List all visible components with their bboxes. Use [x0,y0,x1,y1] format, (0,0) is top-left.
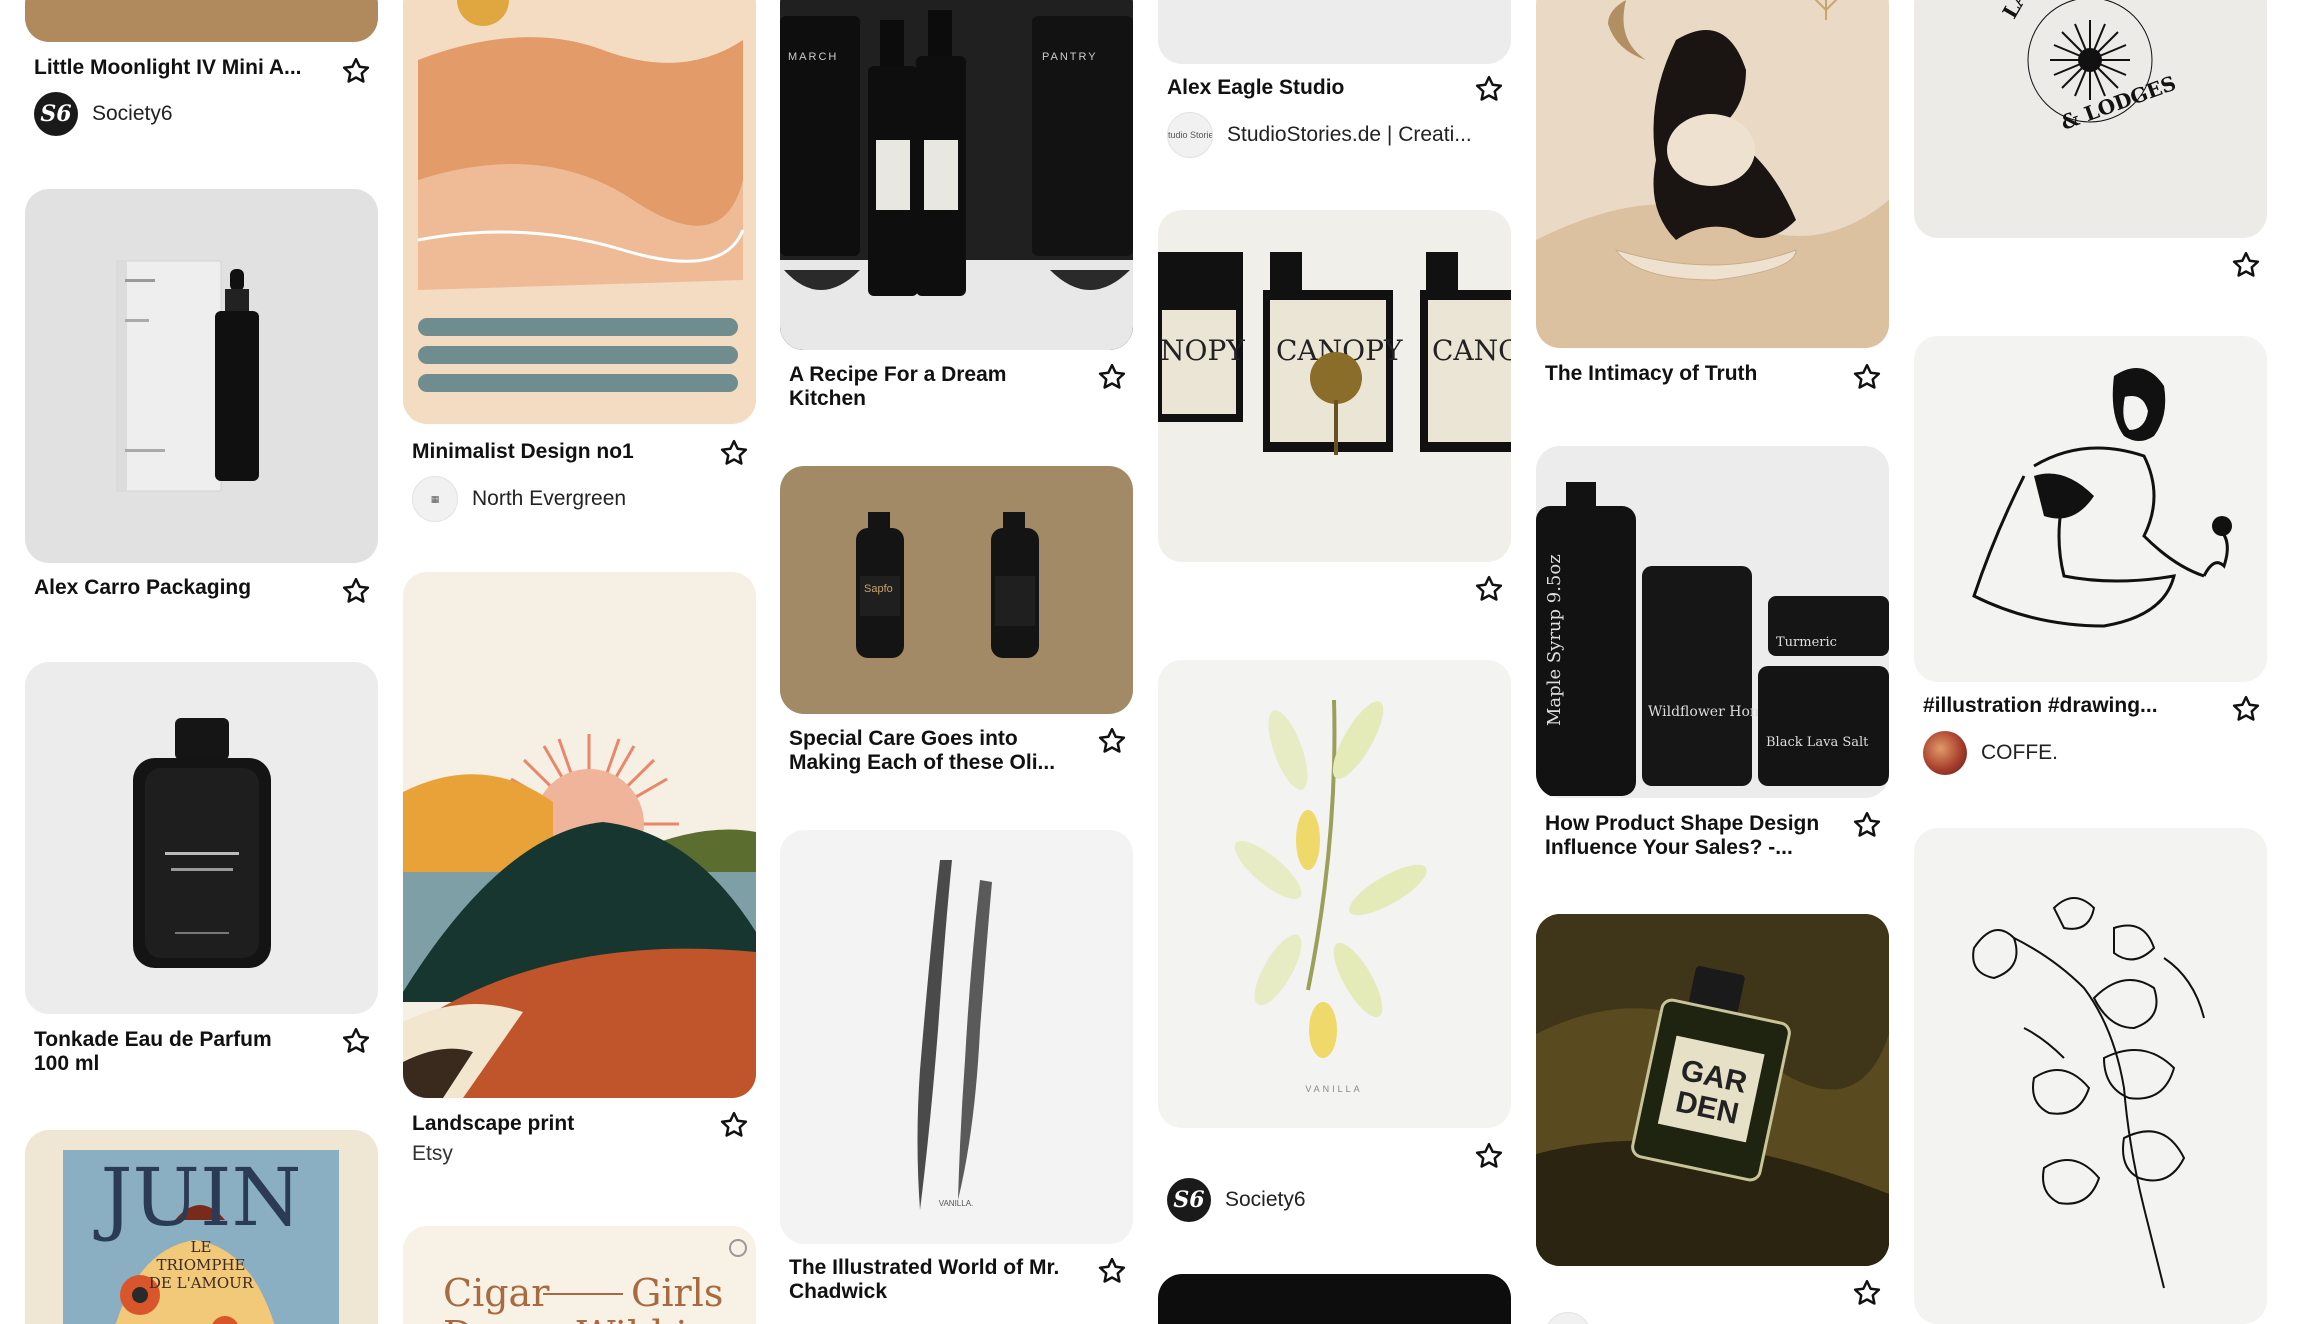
pin-title[interactable]: #illustration #drawing... [1923,694,2213,718]
jar-label: Black Lava Salt [1766,735,1869,750]
pin-image-cigar[interactable]: Cigar Girls Dance Wild in a [403,1226,756,1324]
poster-word: JUIN [93,1151,301,1244]
avatar[interactable] [1545,1312,1591,1324]
pin-board: Little Moonlight IV Mini A... S6 Society… [0,0,2298,1324]
source-name: Society6 [92,102,173,125]
pin-title[interactable]: A Recipe For a Dream Kitchen [789,363,1059,411]
source-name: COFFE. [1981,741,2058,764]
poster-text: TRIOMPHE [156,1256,245,1274]
poster-text: LE [191,1238,212,1256]
pin-title[interactable]: Alex Carro Packaging [34,576,334,600]
jar-label: Wildflower Honey [1648,704,1775,720]
star-icon[interactable] [341,576,371,606]
pin-image-product-shape[interactable]: Maple Syrup 9.5oz Wildflower Honey Turme… [1536,446,1889,798]
bottle-label: MARCH [788,51,838,63]
star-icon[interactable] [719,438,749,468]
label-text: NOPY [1160,334,1245,367]
star-icon[interactable] [2231,250,2261,280]
pin-image-minimalist[interactable] [403,0,756,424]
pin-title[interactable]: Alex Eagle Studio [1167,76,1467,100]
star-icon[interactable] [341,1026,371,1056]
logo-text: & LODGES [2058,71,2180,135]
pin-image-juin-poster[interactable]: JUIN LE TRIOMPHE DE L'AMOUR [25,1130,378,1324]
avatar: S6 [34,92,78,136]
avatar [1923,731,1967,775]
pin-title[interactable]: Little Moonlight IV Mini A... [34,56,334,80]
image-caption: VANILLA [1305,1084,1362,1094]
pin-image-illustration[interactable] [1914,336,2267,682]
star-icon[interactable] [1474,74,1504,104]
star-icon[interactable] [719,1110,749,1140]
poster-text: Cigar [443,1271,550,1315]
poster-text: Dance Wild in a [443,1313,747,1324]
pin-image-flowers[interactable] [1914,828,2267,1324]
pin-image-alex-carro[interactable] [25,189,378,563]
pin-source[interactable]: ▦ North Evergreen [412,476,626,522]
pin-title[interactable]: How Product Shape Design Influence Your … [1545,812,1845,860]
poster-text: DE L'AMOUR [149,1274,254,1292]
pin-image-canopy[interactable]: NOPY CANOPY CANC [1158,210,1511,562]
poster-text: Girls [631,1271,723,1315]
source-name: StudioStories.de | Creati... [1227,123,1472,146]
pin-source[interactable]: Etsy [412,1142,453,1166]
pin-title[interactable]: Tonkade Eau de Parfum 100 ml [34,1028,304,1076]
star-icon[interactable] [1852,362,1882,392]
pin-image-dark[interactable] [1158,1274,1511,1324]
pin-title[interactable]: Minimalist Design no1 [412,440,712,464]
bottle-label: PANTRY [1042,51,1098,63]
star-icon[interactable] [1474,574,1504,604]
star-icon[interactable] [1852,1278,1882,1308]
star-icon[interactable] [1852,810,1882,840]
pin-title[interactable]: Landscape print [412,1112,712,1136]
pin-image-special-care[interactable]: Sapfo [780,466,1133,714]
pin-image-landscape[interactable] [403,572,756,1098]
pin-image-lake-house[interactable]: LAKE PARLIN HOUSE & LODGES [1914,0,2267,238]
star-icon[interactable] [1097,362,1127,392]
pin-image-tonkade[interactable] [25,662,378,1014]
avatar: Studio Stories [1167,112,1213,158]
jar-label: Turmeric [1776,635,1837,650]
source-name: North Evergreen [472,487,627,510]
star-icon[interactable] [2231,694,2261,724]
star-icon[interactable] [341,56,371,86]
pin-image-recipe[interactable]: MARCH PANTRY [780,0,1133,350]
image-caption: VANILLA. [939,1199,974,1208]
star-icon[interactable] [1474,1141,1504,1171]
pin-image-intimacy[interactable] [1536,0,1889,348]
star-icon[interactable] [1097,726,1127,756]
logo-text: LAKE PARLIN HOUSE [1998,0,2142,23]
pin-title[interactable]: Special Care Goes into Making Each of th… [789,727,1079,775]
pin-title[interactable]: The Intimacy of Truth [1545,362,1845,386]
pin-image-illustrated[interactable]: VANILLA. [780,830,1133,1244]
pin-image-vanilla[interactable]: VANILLA [1158,660,1511,1128]
pin-source[interactable]: S6 Society6 [34,92,173,136]
label-text: CANC [1432,334,1511,367]
avatar: ▦ [412,476,458,522]
jar-label: Maple Syrup 9.5oz [1544,554,1565,726]
bottle-label: Sapfo [864,583,893,595]
pin-title[interactable]: The Illustrated World of Mr. Chadwick [789,1256,1089,1304]
star-icon[interactable] [1097,1256,1127,1286]
pin-source[interactable]: S6 Society6 [1167,1178,1306,1222]
source-name: Society6 [1225,1188,1306,1211]
avatar: S6 [1167,1178,1211,1222]
pin-source[interactable]: Studio Stories StudioStories.de | Creati… [1167,112,1472,158]
pin-image-garden[interactable]: GAR DEN [1536,914,1889,1266]
pin-source[interactable]: COFFE. [1923,731,2058,775]
pin-image-little-moonlight[interactable] [25,0,378,42]
pin-image-alex-eagle[interactable] [1158,0,1511,64]
